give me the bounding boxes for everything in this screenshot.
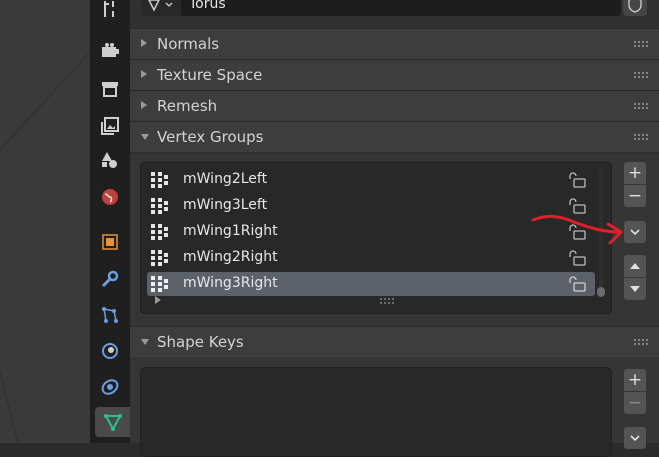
remove-shape-key-button[interactable]: − <box>624 392 646 414</box>
tab-modifier[interactable] <box>95 264 125 294</box>
unlock-icon[interactable] <box>567 223 587 241</box>
mesh-data-icon <box>148 0 160 12</box>
fake-user-button[interactable] <box>623 0 647 16</box>
vertex-group-icon <box>151 198 168 214</box>
drag-grip-icon[interactable] <box>633 133 649 141</box>
move-down-button[interactable] <box>624 278 646 300</box>
scrollbar-thumb[interactable] <box>597 287 605 297</box>
vertex-group-row[interactable]: mWing1Right <box>147 220 595 244</box>
move-up-button[interactable] <box>624 255 646 277</box>
add-vertex-group-button[interactable]: + <box>624 162 646 184</box>
properties-panel: Torus Normals Texture Space Remesh Verte… <box>130 0 659 457</box>
list-filter-toggle-icon[interactable] <box>155 296 161 304</box>
3d-viewport[interactable] <box>0 0 90 443</box>
minus-icon: − <box>627 186 643 206</box>
triangle-up-icon <box>630 263 640 269</box>
vertex-group-icon <box>151 276 168 292</box>
vertex-group-name: mWing2Right <box>183 249 278 265</box>
vertex-group-icon <box>151 172 168 188</box>
collapse-triangle-icon <box>141 39 147 47</box>
triangle-down-icon <box>630 286 640 292</box>
unlock-icon[interactable] <box>567 171 587 189</box>
section-remesh[interactable]: Remesh <box>130 90 659 121</box>
vertex-group-name: mWing1Right <box>183 223 278 239</box>
list-resize-grip-icon[interactable] <box>379 297 395 305</box>
view-layer-icon <box>101 117 119 135</box>
shape-key-list[interactable] <box>140 367 612 457</box>
add-shape-key-button[interactable]: + <box>624 369 646 391</box>
plus-icon: + <box>627 163 643 183</box>
minus-icon: − <box>627 393 643 413</box>
vertex-group-specials-menu-button[interactable] <box>624 221 646 243</box>
tab-world[interactable] <box>95 182 125 212</box>
drag-grip-icon[interactable] <box>633 102 649 110</box>
section-label: Vertex Groups <box>157 128 264 146</box>
section-label: Shape Keys <box>157 333 244 351</box>
collapse-triangle-icon <box>141 70 147 78</box>
shape-keys-body: + − <box>130 357 659 457</box>
drag-grip-icon[interactable] <box>633 338 649 346</box>
section-label: Normals <box>157 35 220 53</box>
tab-data[interactable] <box>95 407 130 437</box>
vertex-group-icon <box>151 224 168 240</box>
vertex-groups-body: mWing2Left mWing3Left mWing1Right mWing2… <box>130 154 659 326</box>
physics-icon <box>102 343 118 359</box>
section-texture-space[interactable]: Texture Space <box>130 59 659 90</box>
tool-icon <box>104 1 114 17</box>
collapse-triangle-icon <box>141 101 147 109</box>
vertex-group-row[interactable]: mWing2Right <box>147 246 595 270</box>
scrollbar-track <box>599 169 603 293</box>
chevron-down-icon <box>630 229 640 236</box>
tab-particles[interactable] <box>95 300 125 330</box>
vertex-group-list[interactable]: mWing2Left mWing3Left mWing1Right mWing2… <box>140 162 612 314</box>
section-normals[interactable]: Normals <box>130 28 659 59</box>
object-icon <box>102 234 118 250</box>
vertex-group-name: mWing3Left <box>183 197 268 213</box>
remove-vertex-group-button[interactable]: − <box>624 185 646 207</box>
tab-tool[interactable] <box>95 0 125 24</box>
plus-icon: + <box>627 370 643 390</box>
drag-grip-icon[interactable] <box>633 71 649 79</box>
scene-icon <box>102 152 117 168</box>
unlock-icon[interactable] <box>567 197 587 215</box>
modifier-icon <box>101 270 119 288</box>
unlock-icon[interactable] <box>567 249 587 267</box>
chevron-down-icon <box>630 435 640 442</box>
section-label: Texture Space <box>157 66 263 84</box>
tab-view-layer[interactable] <box>95 111 125 141</box>
particles-icon <box>102 307 118 323</box>
mesh-name-field[interactable]: Torus <box>181 0 621 16</box>
unlock-icon[interactable] <box>567 275 587 293</box>
vertex-group-row[interactable]: mWing3Left <box>147 194 595 218</box>
tab-scene[interactable] <box>95 145 125 175</box>
vertex-group-row-selected[interactable]: mWing3Right <box>147 272 595 296</box>
section-shape-keys[interactable]: Shape Keys <box>130 326 659 357</box>
tab-output[interactable] <box>95 74 125 104</box>
tab-object[interactable] <box>95 227 125 257</box>
data-icon <box>103 414 122 432</box>
shape-key-specials-menu-button[interactable] <box>624 427 646 449</box>
expand-triangle-icon <box>141 339 149 345</box>
expand-triangle-icon <box>141 134 149 140</box>
chevron-down-icon <box>165 2 173 7</box>
tab-render[interactable] <box>95 36 125 66</box>
render-icon <box>102 43 119 57</box>
tab-physics[interactable] <box>95 336 125 366</box>
constraints-icon <box>101 379 119 395</box>
vertex-group-row[interactable]: mWing2Left <box>147 168 595 192</box>
list-scrollbar[interactable] <box>597 169 605 299</box>
shield-icon <box>628 0 642 13</box>
section-label: Remesh <box>157 97 218 115</box>
drag-grip-icon[interactable] <box>633 40 649 48</box>
output-icon <box>102 82 118 97</box>
tab-constraints[interactable] <box>95 372 125 402</box>
world-icon <box>102 189 118 205</box>
section-vertex-groups[interactable]: Vertex Groups <box>130 121 659 152</box>
vertex-group-name: mWing2Left <box>183 171 268 187</box>
data-block-header: Torus <box>130 0 659 20</box>
vertex-group-name: mWing3Right <box>183 275 278 291</box>
vertex-group-icon <box>151 250 168 266</box>
mesh-data-selector[interactable] <box>141 0 181 16</box>
properties-tab-strip <box>90 0 130 443</box>
